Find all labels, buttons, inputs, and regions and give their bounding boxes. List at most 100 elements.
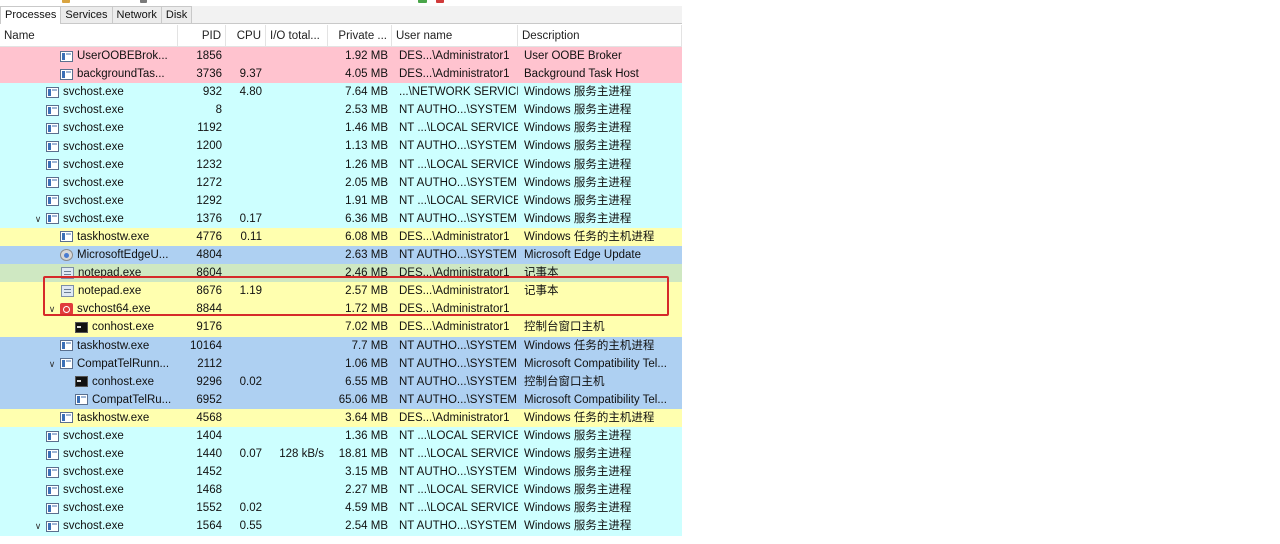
- process-description: Windows 任务的主机进程: [524, 230, 655, 243]
- expand-chevron-icon: [33, 119, 43, 137]
- expand-chevron-icon[interactable]: ∨: [33, 517, 43, 535]
- app-window-icon: [46, 159, 59, 171]
- process-cpu: [226, 101, 266, 119]
- table-row[interactable]: ∨ svchost.exe 1376 0.17 6.36 MB NT AUTHO...\S…: [0, 209, 682, 228]
- process-pid: 2112: [197, 357, 222, 370]
- process-name: svchost.exe: [63, 158, 124, 171]
- table-row[interactable]: svchost.exe 1272 2.05 MB NT AUTHO...\SYSTEM…: [0, 173, 682, 192]
- process-name-cell: ∨ svchost.exe: [0, 210, 178, 228]
- app-window-icon: [46, 86, 59, 98]
- table-row[interactable]: backgroundTas... 3736 9.37 4.05 MB DES...\Ad…: [0, 65, 682, 84]
- table-row[interactable]: svchost.exe 932 4.80 7.64 MB ...\NETWORK SER…: [0, 83, 682, 102]
- process-name: svchost.exe: [63, 484, 124, 497]
- expand-chevron-icon[interactable]: ∨: [33, 210, 43, 228]
- process-name-cell: svchost.exe: [0, 101, 178, 119]
- process-user: NT ...\LOCAL SERVICE: [399, 158, 518, 171]
- table-row[interactable]: svchost.exe 1232 1.26 MB NT ...\LOCAL SERVI…: [0, 155, 682, 174]
- process-description: Windows 服务主进程: [524, 122, 632, 135]
- expand-chevron-icon[interactable]: ∨: [47, 300, 57, 318]
- column-header-description[interactable]: Description: [518, 25, 682, 47]
- process-io: [266, 463, 328, 481]
- column-header-pid[interactable]: PID: [178, 25, 226, 47]
- toolbar-icon[interactable]: [418, 0, 427, 3]
- table-row[interactable]: svchost.exe 1192 1.46 MB NT ...\LOCAL SERVI…: [0, 119, 682, 138]
- table-row[interactable]: svchost.exe 1552 0.02 4.59 MB NT ...\LOCAL S…: [0, 499, 682, 518]
- process-user: DES...\Administrator1: [399, 267, 510, 280]
- table-row[interactable]: CompatTelRu... 6952 65.06 MB NT AUTHO...\SY…: [0, 390, 682, 409]
- table-row[interactable]: ∨ CompatTelRunn... 2112 1.06 MB NT AUTHO...\…: [0, 354, 682, 373]
- process-private-bytes: 3.64 MB: [345, 411, 388, 424]
- process-cpu: [226, 318, 266, 336]
- app-window-icon: [46, 430, 59, 442]
- process-name: svchost.exe: [63, 212, 124, 225]
- process-name-cell: taskhostw.exe: [0, 337, 178, 355]
- tab-network[interactable]: Network: [111, 6, 162, 23]
- process-description: 控制台窗口主机: [524, 321, 605, 334]
- table-row[interactable]: taskhostw.exe 4568 3.64 MB DES...\Administr…: [0, 408, 682, 427]
- table-row[interactable]: svchost.exe 1468 2.27 MB NT ...\LOCAL SERVI…: [0, 481, 682, 500]
- process-io: [266, 83, 328, 101]
- table-row[interactable]: UserOOBEBrok... 1856 1.92 MB DES...\Adminis…: [0, 47, 682, 66]
- column-header-name[interactable]: Name: [0, 25, 178, 47]
- table-row[interactable]: svchost.exe 8 2.53 MB NT AUTHO...\SYSTEM Win…: [0, 101, 682, 120]
- table-row[interactable]: svchost.exe 1292 1.91 MB NT ...\LOCAL SERVI…: [0, 191, 682, 210]
- table-row[interactable]: svchost.exe 1452 3.15 MB NT AUTHO...\SYSTEM…: [0, 463, 682, 482]
- process-private-bytes: 1.06 MB: [345, 357, 388, 370]
- toolbar-icon[interactable]: [140, 0, 147, 3]
- toolbar-icon[interactable]: [62, 0, 70, 3]
- process-cpu: [226, 337, 266, 355]
- process-name-cell: svchost.exe: [0, 83, 178, 101]
- table-row[interactable]: notepad.exe 8676 1.19 2.57 MB DES...\Adminis…: [0, 282, 682, 301]
- table-row[interactable]: ∨ svchost64.exe 8844 1.72 MB DES...\Administ…: [0, 300, 682, 319]
- tab-disk[interactable]: Disk: [160, 6, 193, 23]
- table-row[interactable]: conhost.exe 9296 0.02 6.55 MB NT AUTHO...\SY…: [0, 372, 682, 391]
- column-header-io[interactable]: I/O total...: [266, 25, 328, 47]
- table-row[interactable]: svchost.exe 1404 1.36 MB NT ...\LOCAL SERVI…: [0, 426, 682, 446]
- table-row[interactable]: ∨ svchost.exe 1564 0.55 2.54 MB NT AUTHO...\S…: [0, 517, 682, 536]
- process-user: ...\NETWORK SERVICE: [399, 86, 518, 99]
- process-private-bytes: 18.81 MB: [338, 448, 388, 461]
- expand-chevron-icon: [47, 246, 57, 264]
- expand-chevron-icon: [47, 264, 57, 282]
- process-private-bytes: 7.64 MB: [345, 86, 388, 99]
- process-io: [266, 65, 328, 83]
- app-window-icon: [60, 68, 73, 80]
- tab-services[interactable]: Services: [60, 6, 113, 23]
- expand-chevron-icon[interactable]: ∨: [47, 355, 57, 373]
- column-header-private[interactable]: Private ...: [328, 25, 392, 47]
- process-user: DES...\Administrator1: [399, 303, 510, 316]
- process-user: NT ...\LOCAL SERVICE: [399, 448, 518, 461]
- table-row[interactable]: notepad.exe 8604 2.46 MB DES...\Administrat…: [0, 264, 682, 283]
- process-pid: 10164: [190, 339, 222, 352]
- table-row[interactable]: svchost.exe 1200 1.13 MB NT AUTHO...\SYSTEM…: [0, 137, 682, 156]
- process-description: Windows 服务主进程: [524, 448, 632, 461]
- table-body: UserOOBEBrok... 1856 1.92 MB DES...\Adminis…: [0, 47, 682, 536]
- process-cpu: 0.02: [239, 375, 262, 388]
- process-user: NT AUTHO...\SYSTEM: [399, 357, 517, 370]
- toolbar-icon[interactable]: [436, 0, 444, 3]
- table-row[interactable]: conhost.exe 9176 7.02 MB DES...\Administrat…: [0, 318, 682, 337]
- process-name: CompatTelRu...: [92, 393, 172, 406]
- process-private-bytes: 6.36 MB: [345, 212, 388, 225]
- process-name-cell: svchost.exe: [0, 445, 178, 463]
- table-row[interactable]: taskhostw.exe 4776 0.11 6.08 MB DES...\Admin…: [0, 227, 682, 247]
- process-user: NT AUTHO...\SYSTEM: [399, 104, 517, 117]
- table-row[interactable]: taskhostw.exe 10164 7.7 MB NT AUTHO...\SYST…: [0, 336, 682, 355]
- column-header-user[interactable]: User name: [392, 25, 518, 47]
- process-cpu: 1.19: [239, 285, 262, 298]
- table-row[interactable]: MicrosoftEdgeU... 4804 2.63 MB NT AUTHO...\…: [0, 246, 682, 265]
- app-window-icon: [46, 484, 59, 496]
- app-window-icon: [46, 520, 59, 532]
- process-cpu: [226, 137, 266, 155]
- app-window-icon: [46, 448, 59, 460]
- column-header-cpu[interactable]: CPU: [226, 25, 266, 47]
- table-row[interactable]: svchost.exe 1440 0.07 128 kB/s 18.81 MB NT ..…: [0, 445, 682, 464]
- process-io: [266, 409, 328, 427]
- process-pid: 1856: [196, 50, 222, 62]
- process-name: svchost.exe: [63, 502, 124, 515]
- notepad-icon: [61, 267, 74, 280]
- process-name: conhost.exe: [92, 375, 155, 388]
- process-pid: 9176: [196, 321, 222, 334]
- tab-processes[interactable]: Processes: [0, 6, 62, 24]
- process-io: [266, 174, 328, 192]
